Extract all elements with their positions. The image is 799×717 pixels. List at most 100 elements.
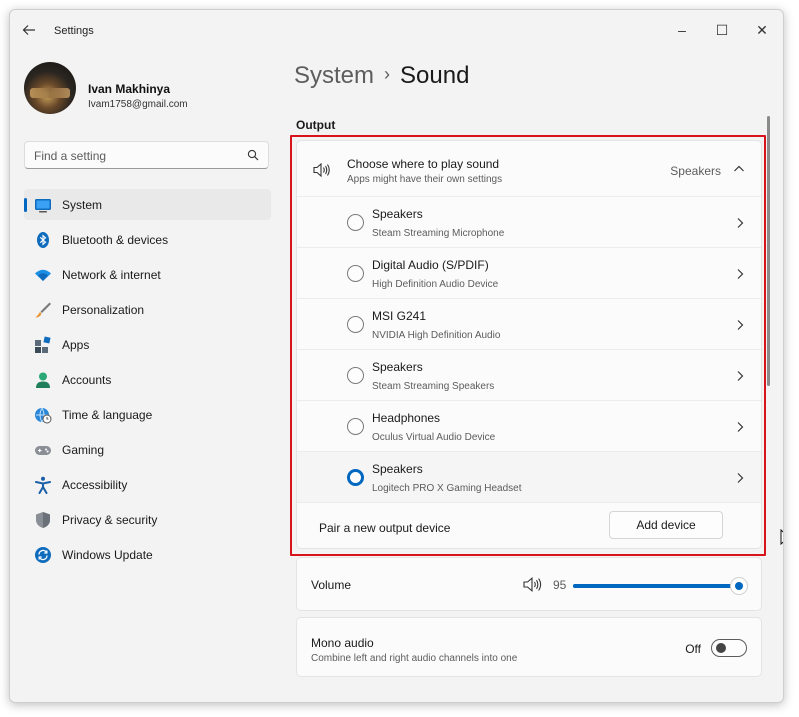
maximize-button[interactable]: ☐ xyxy=(702,16,742,44)
search-icon[interactable] xyxy=(247,148,259,160)
volume-label: Volume xyxy=(311,578,351,592)
update-icon xyxy=(34,546,52,564)
mono-audio-toggle[interactable] xyxy=(711,639,747,657)
nav-list: System Bluetooth & devices Network & int… xyxy=(24,189,271,574)
sidebar-item-label: Privacy & security xyxy=(62,513,157,527)
sidebar-item-label: Accounts xyxy=(62,373,111,387)
sidebar-item-label: Gaming xyxy=(62,443,104,457)
output-dropdown-header[interactable]: Choose where to play sound Apps might ha… xyxy=(297,141,761,197)
breadcrumb-parent[interactable]: System xyxy=(294,62,374,89)
avatar xyxy=(24,62,76,114)
title-bar: Settings – ☐ ✕ xyxy=(10,10,783,54)
volume-slider[interactable] xyxy=(573,584,748,588)
mono-audio-subtitle: Combine left and right audio channels in… xyxy=(311,653,517,664)
sidebar-item-accounts[interactable]: Accounts xyxy=(24,364,271,395)
minimize-button[interactable]: – xyxy=(662,16,702,44)
pair-device-row: Pair a new output device Add device xyxy=(297,503,761,549)
device-radio[interactable] xyxy=(347,367,364,384)
device-detail: Steam Streaming Speakers xyxy=(372,381,494,392)
main-content: System › Sound Output Choose where to play… xyxy=(294,54,774,703)
volume-slider-thumb[interactable] xyxy=(730,577,748,595)
close-button[interactable]: ✕ xyxy=(742,16,782,44)
profile-email: Ivam1758@gmail.com xyxy=(88,99,188,110)
back-arrow-icon[interactable] xyxy=(22,23,42,41)
device-radio[interactable] xyxy=(347,418,364,435)
wifi-icon xyxy=(34,266,52,284)
chevron-up-icon[interactable] xyxy=(733,162,745,174)
volume-slider-fill xyxy=(573,584,739,588)
sidebar-item-gaming[interactable]: Gaming xyxy=(24,434,271,465)
sidebar-item-time-language[interactable]: Time & language xyxy=(24,399,271,430)
sidebar-item-label: Windows Update xyxy=(62,548,153,562)
sidebar-item-label: System xyxy=(62,198,102,212)
sidebar-item-network[interactable]: Network & internet xyxy=(24,259,271,290)
output-section-label: Output xyxy=(296,118,335,132)
device-detail: NVIDIA High Definition Audio xyxy=(372,330,500,341)
breadcrumb-separator: › xyxy=(384,64,390,84)
sidebar-item-label: Bluetooth & devices xyxy=(62,233,168,247)
device-radio-selected[interactable] xyxy=(347,469,364,486)
chevron-right-icon[interactable] xyxy=(735,471,745,483)
scrollbar[interactable] xyxy=(767,116,770,386)
pair-device-label: Pair a new output device xyxy=(319,521,450,535)
volume-icon[interactable] xyxy=(523,577,543,592)
device-radio[interactable] xyxy=(347,265,364,282)
mono-audio-state: Off xyxy=(685,642,701,656)
user-profile[interactable]: Ivan Makhinya Ivam1758@gmail.com xyxy=(24,62,274,122)
add-device-button[interactable]: Add device xyxy=(609,511,723,539)
volume-value: 95 xyxy=(553,578,566,592)
device-radio[interactable] xyxy=(347,316,364,333)
sidebar: Ivan Makhinya Ivam1758@gmail.com System … xyxy=(10,54,280,703)
sidebar-item-label: Network & internet xyxy=(62,268,161,282)
device-row-selected[interactable]: Speakers Logitech PRO X Gaming Headset xyxy=(297,452,761,503)
device-row[interactable]: MSI G241 NVIDIA High Definition Audio xyxy=(297,299,761,350)
chevron-right-icon[interactable] xyxy=(735,318,745,330)
chevron-right-icon[interactable] xyxy=(735,216,745,228)
output-card: Choose where to play sound Apps might ha… xyxy=(296,140,762,549)
device-detail: High Definition Audio Device xyxy=(372,279,498,290)
globe-clock-icon xyxy=(34,406,52,424)
sidebar-item-accessibility[interactable]: Accessibility xyxy=(24,469,271,500)
sidebar-item-windows-update[interactable]: Windows Update xyxy=(24,539,271,570)
search-box[interactable] xyxy=(24,141,269,169)
output-title: Choose where to play sound xyxy=(347,157,499,171)
accessibility-icon xyxy=(34,476,52,494)
sidebar-item-label: Apps xyxy=(62,338,89,352)
volume-card: Volume 95 xyxy=(296,557,762,611)
chevron-right-icon[interactable] xyxy=(735,267,745,279)
profile-name: Ivan Makhinya xyxy=(88,82,170,96)
breadcrumb: System › Sound xyxy=(294,62,469,90)
sidebar-item-personalization[interactable]: Personalization xyxy=(24,294,271,325)
speaker-icon xyxy=(313,163,331,177)
device-row[interactable]: Speakers Steam Streaming Speakers xyxy=(297,350,761,401)
output-subtitle: Apps might have their own settings xyxy=(347,174,502,185)
sidebar-item-privacy[interactable]: Privacy & security xyxy=(24,504,271,535)
sidebar-item-label: Accessibility xyxy=(62,478,127,492)
sidebar-item-label: Time & language xyxy=(62,408,152,422)
shield-icon xyxy=(34,511,52,529)
device-row[interactable]: Headphones Oculus Virtual Audio Device xyxy=(297,401,761,452)
device-name: Headphones xyxy=(372,411,440,425)
device-detail: Oculus Virtual Audio Device xyxy=(372,432,495,443)
chevron-right-icon[interactable] xyxy=(735,369,745,381)
brush-icon xyxy=(34,301,52,319)
device-row[interactable]: Speakers Steam Streaming Microphone xyxy=(297,197,761,248)
search-input[interactable] xyxy=(34,147,234,164)
device-row[interactable]: Digital Audio (S/PDIF) High Definition A… xyxy=(297,248,761,299)
account-icon xyxy=(34,371,52,389)
device-name: Digital Audio (S/PDIF) xyxy=(372,258,489,272)
sidebar-item-bluetooth[interactable]: Bluetooth & devices xyxy=(24,224,271,255)
mono-audio-label: Mono audio xyxy=(311,636,374,650)
mono-audio-card: Mono audio Combine left and right audio … xyxy=(296,617,762,677)
apps-icon xyxy=(34,336,52,354)
chevron-right-icon[interactable] xyxy=(735,420,745,432)
device-name: Speakers xyxy=(372,207,423,221)
sidebar-item-apps[interactable]: Apps xyxy=(24,329,271,360)
page-title: Sound xyxy=(400,62,469,89)
sidebar-item-system[interactable]: System xyxy=(24,189,271,220)
device-radio[interactable] xyxy=(347,214,364,231)
mouse-cursor-icon xyxy=(780,529,784,549)
app-title: Settings xyxy=(54,25,94,37)
current-output-device: Speakers xyxy=(670,164,721,178)
device-detail: Logitech PRO X Gaming Headset xyxy=(372,483,522,494)
